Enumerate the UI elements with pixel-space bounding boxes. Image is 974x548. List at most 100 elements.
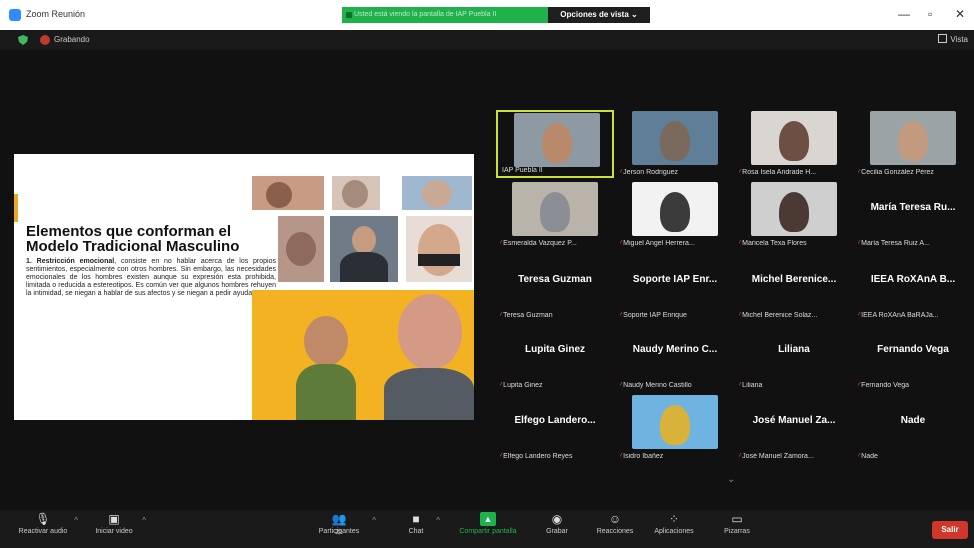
unmute-audio-button[interactable]: 🎙 Reactivar audio ^ [16,512,78,546]
close-button[interactable]: ✕ [955,7,965,21]
muted-microphone-icon: ⁄ [739,240,741,247]
participant-tile[interactable]: Teresa Guzman ⁄ Teresa Guzman [496,253,614,321]
participant-tile[interactable]: Michel Berenice... ⁄ Michel Berenice Solaz… [735,253,853,321]
record-button[interactable]: ◉ Grabar [540,512,574,546]
audio-options-chevron-icon[interactable]: ^ [74,516,78,525]
chat-button[interactable]: ■ Chat ^ [400,512,440,546]
participant-name: Lupita Ginez [503,382,543,389]
participant-name: IAP Puebla II [502,167,543,174]
share-screen-button[interactable]: ▲ Compartir pantalla [452,512,524,546]
participant-tile[interactable]: Soporte IAP Enr... ⁄ Soporte IAP Enrique [616,253,734,321]
participant-tile[interactable]: IEEA RoXAnA B... ⁄ IEEA RoXAnA BaRAJa... [854,253,972,321]
participant-tile[interactable]: María Teresa Ru... ⁄ María Teresa Ruiz A..… [854,181,972,249]
participant-video [751,111,837,165]
participant-tile[interactable]: Nade ⁄ Nade [854,394,972,462]
recording-label: Grabando [54,35,90,44]
participant-video [632,395,718,449]
reactions-smiley-icon: ☺ [608,512,622,526]
participant-display-name: María Teresa Ru... [870,202,956,213]
participant-tile[interactable]: ⁄ Maricela Texa Flores [735,181,853,249]
participant-name: Nade [861,453,878,460]
participant-display-name: Nade [900,415,926,426]
title-bar: Zoom Reunión Usted está viendo la pantal… [0,0,974,30]
participant-name: Naudy Merino Castillo [623,382,692,389]
participant-name: Soporte IAP Enrique [623,312,687,319]
participant-tile[interactable]: Elfego Landero... ⁄ Elfego Landero Reyes [496,394,614,462]
chat-options-chevron-icon[interactable]: ^ [436,516,440,525]
chat-label: Chat [408,528,424,535]
participant-display-name: Elfego Landero... [514,415,596,426]
participant-name-label: ⁄ Teresa Guzman [500,312,612,319]
window-title: Zoom Reunión [26,9,86,19]
participant-tile[interactable]: ⁄ Rosa Isela Andrade H... [735,110,853,178]
participant-name-label: ⁄ María Teresa Ruiz A... [858,240,970,247]
meeting-top-strip [0,30,974,50]
participant-video [514,113,600,167]
participant-silhouette [660,121,690,161]
maximize-button[interactable]: ▫ [928,7,932,21]
participant-name-label: ⁄ Nade [858,453,970,460]
muted-microphone-icon: ⁄ [739,453,741,460]
participant-display-name: Michel Berenice... [751,274,837,285]
slide-photo-man-mask [402,176,472,210]
participant-tile[interactable]: ⁄ Cecilia González Pérez [854,110,972,178]
scroll-down-icon[interactable]: ⌄ [727,474,735,485]
reactions-button[interactable]: ☺ Reacciones [592,512,638,546]
view-options-button[interactable]: Opciones de vista ⌄ [548,7,650,23]
participant-video [632,111,718,165]
shared-screen: Elementos que conforman el Modelo Tradic… [14,154,474,420]
video-options-chevron-icon[interactable]: ^ [142,516,146,525]
participant-tile[interactable]: ⁄ Miguel Angel Herrera... [616,181,734,249]
participant-tile[interactable]: Lupita Ginez ⁄ Lupita Ginez [496,323,614,391]
participant-name-label: IAP Puebla II [502,167,612,174]
participant-name-label: ⁄ Maricela Texa Flores [739,240,851,247]
participant-name: Michel Berenice Solaz... [742,312,818,319]
participants-label: Participantes [318,528,360,535]
participant-tile[interactable]: Naudy Merino C... ⁄ Naudy Merino Castillo [616,323,734,391]
participant-name: José Manuel Zamora... [742,453,814,460]
participant-silhouette [779,192,809,232]
participant-display-name: José Manuel Za... [752,415,836,426]
start-video-button[interactable]: ▣ Iniciar video ^ [90,512,146,546]
minimize-button[interactable]: — [898,7,910,21]
participant-tile[interactable]: ⁄ Isidro Ibañez [616,394,734,462]
participant-tile[interactable]: Liliana ⁄ Liliana [735,323,853,391]
participant-name-label: ⁄ Esmeralda Vazquez P... [500,240,612,247]
participant-name-label: ⁄ Naudy Merino Castillo [620,382,732,389]
participant-name-label: ⁄ Liliana [739,382,851,389]
muted-microphone-icon: ⁄ [620,453,622,460]
whiteboards-button[interactable]: ▭ Pizarras [718,512,756,546]
participant-video [512,182,598,236]
screen-share-banner: Usted está viendo la pantalla de IAP Pue… [342,7,548,23]
record-label: Grabar [546,528,568,535]
participant-display-name: Naudy Merino C... [632,344,718,355]
leave-meeting-button[interactable]: Salir [932,521,968,539]
share-banner-text: Usted está viendo la pantalla de IAP Pue… [354,11,497,18]
zoom-logo-icon [9,9,21,21]
participants-button[interactable]: 👥21 Participantes ^ [310,512,376,546]
participant-name-label: ⁄ José Manuel Zamora... [739,453,851,460]
participant-tile[interactable]: IAP Puebla II [496,110,614,178]
participant-video [870,111,956,165]
participant-tile[interactable]: José Manuel Za... ⁄ José Manuel Zamora... [735,394,853,462]
participant-name: Liliana [742,382,763,389]
muted-microphone-icon: ⁄ [500,453,502,460]
participant-tile[interactable]: ⁄ Jerson Rodriguez [616,110,734,178]
participant-silhouette [540,192,570,232]
slide-photo-tape [418,254,460,266]
apps-label: Aplicaciones [654,528,694,535]
participants-options-chevron-icon[interactable]: ^ [372,516,376,525]
participants-icon: 👥21 [331,512,347,536]
participant-name: Isidro Ibañez [623,453,664,460]
participant-tile[interactable]: Fernando Vega ⁄ Fernando Vega [854,323,972,391]
recording-icon [40,35,50,45]
muted-microphone-icon: ⁄ [500,240,502,247]
share-screen-icon: ▲ [480,512,496,526]
muted-microphone-icon: ⁄ [620,382,622,389]
participant-name-label: ⁄ IEEA RoXAnA BaRAJa... [858,312,970,319]
participant-name-label: ⁄ Soporte IAP Enrique [620,312,732,319]
participant-tile[interactable]: ⁄ Esmeralda Vazquez P... [496,181,614,249]
apps-button[interactable]: ⁘ Aplicaciones [648,512,700,546]
muted-microphone-icon: ⁄ [739,312,741,319]
view-button[interactable]: Vista [938,34,968,44]
